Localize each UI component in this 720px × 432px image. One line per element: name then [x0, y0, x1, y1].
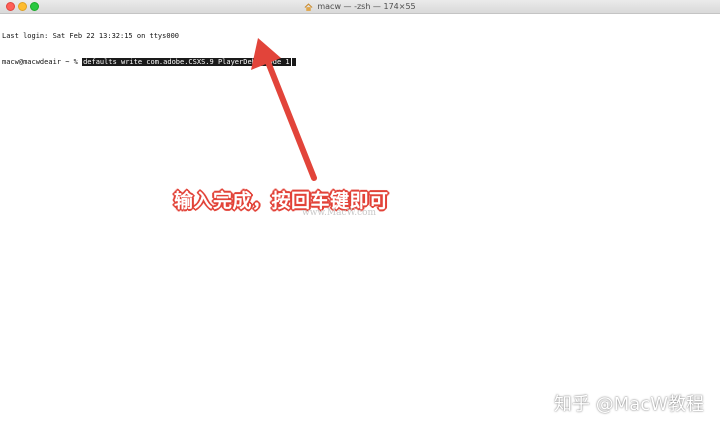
terminal-window: macw — -zsh — 174×55 Last login: Sat Feb…	[0, 0, 720, 432]
window-title: macw — -zsh — 174×55	[317, 2, 416, 11]
typed-command: defaults write com.adobe.CSXS.9 PlayerDe…	[82, 57, 291, 66]
title-bar[interactable]: macw — -zsh — 174×55	[0, 0, 720, 14]
window-title-group: macw — -zsh — 174×55	[0, 0, 720, 14]
zhihu-watermark: 知乎 @MacW教程	[554, 394, 704, 415]
terminal-output[interactable]: Last login: Sat Feb 22 13:32:15 on ttys0…	[2, 15, 296, 83]
prompt-line: macw@macwdeair ~ % defaults write com.ad…	[2, 57, 296, 67]
text-cursor	[291, 57, 296, 66]
faint-watermark: www.MacW.com	[302, 208, 377, 218]
last-login-line: Last login: Sat Feb 22 13:32:15 on ttys0…	[2, 32, 180, 40]
shell-prompt: macw@macwdeair ~ %	[2, 57, 83, 66]
home-folder-icon	[304, 2, 313, 11]
